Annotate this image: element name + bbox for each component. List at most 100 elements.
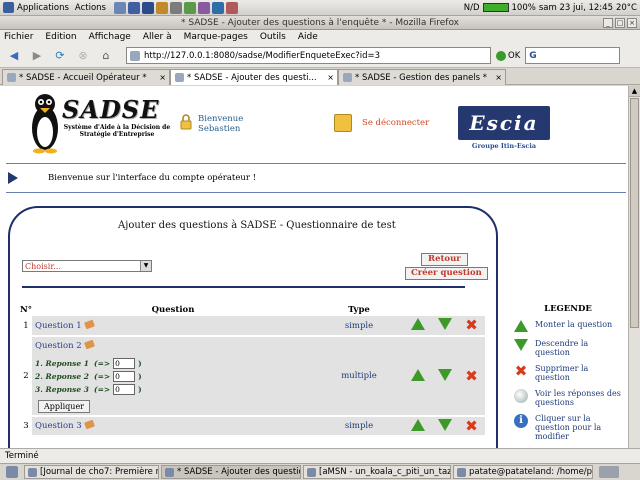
search-engine-icon: G	[529, 50, 537, 61]
scroll-thumb[interactable]	[630, 98, 639, 328]
battery-label: 100%	[511, 2, 536, 13]
info-icon: i	[514, 414, 528, 428]
window-title: * SADSE - Ajouter des questions à l'enqu…	[180, 18, 460, 28]
response-target-input[interactable]: 0	[113, 384, 136, 395]
response-row: 3. Reponse 3 (=> 0 )	[35, 384, 142, 395]
applications-menu[interactable]: Applications	[17, 3, 69, 13]
network-launcher-icon[interactable]	[211, 1, 224, 14]
browser-launcher-icon[interactable]	[127, 1, 140, 14]
tab-strip: * SADSE - Accueil Opérateur * × * SADSE …	[0, 68, 640, 85]
retour-button[interactable]: Retour	[421, 253, 468, 266]
view-responses-icon[interactable]	[83, 319, 95, 329]
delete-icon[interactable]: ✖	[465, 418, 478, 433]
menu-outils[interactable]: Outils	[260, 32, 286, 42]
tab-favicon-icon	[7, 73, 16, 82]
menu-aller[interactable]: Aller à	[143, 32, 172, 42]
delete-icon[interactable]: ✖	[465, 318, 478, 333]
weather[interactable]: 20°C	[616, 3, 637, 13]
create-question-button[interactable]: Créer question	[405, 267, 488, 280]
intro-text: Bienvenue sur l'interface du compte opér…	[48, 173, 257, 183]
search-input[interactable]: G	[525, 47, 621, 64]
go-button[interactable]: OK	[496, 50, 520, 61]
response-target-input[interactable]: 0	[113, 371, 136, 382]
view-responses-icon[interactable]	[83, 419, 95, 430]
task-firefox[interactable]: * SADSE - Ajouter des question	[161, 465, 301, 479]
tab-ajouter-questions[interactable]: * SADSE - Ajouter des questi... ×	[170, 69, 338, 85]
table-row: 1 Question 1 simple ✖	[20, 316, 485, 337]
legend-item: Monter la question	[512, 320, 624, 332]
question-link[interactable]: Question 2	[35, 341, 82, 351]
panel-divider	[22, 286, 465, 288]
media-launcher-icon[interactable]	[197, 1, 210, 14]
table-row: 3 Question 3 simple ✖	[20, 416, 485, 437]
page-favicon-icon	[130, 50, 140, 61]
terminal-launcher-icon[interactable]	[113, 1, 126, 14]
menu-edition[interactable]: Edition	[45, 32, 76, 42]
arrow-down-icon[interactable]	[437, 418, 452, 431]
tab-accueil[interactable]: * SADSE - Accueil Opérateur * ×	[2, 69, 170, 85]
tab-favicon-icon	[175, 73, 184, 82]
triangle-bullet-icon	[8, 172, 18, 184]
mail-launcher-icon[interactable]	[155, 1, 168, 14]
actions-menu[interactable]: Actions	[75, 3, 106, 13]
task-terminal[interactable]: patate@patateland: /home/pat	[453, 465, 593, 479]
home-button[interactable]: ⌂	[97, 47, 115, 65]
minimize-button[interactable]: _	[603, 18, 613, 28]
close-window-button[interactable]: ×	[627, 18, 637, 28]
task-amsn[interactable]: [aMSN - un_koala_c_piti_un_taz	[303, 465, 451, 479]
maximize-button[interactable]: □	[615, 18, 625, 28]
show-desktop-icon[interactable]	[6, 466, 18, 478]
task-journal[interactable]: [Journal de cho7: Première rele	[24, 465, 159, 479]
scroll-up-icon[interactable]: ▲	[629, 86, 640, 97]
key-icon	[334, 114, 352, 132]
go-icon	[496, 50, 506, 61]
responses-list: 1. Reponse 1 (=> 0 ) 2. Reponse 2 (=> 0 …	[35, 357, 314, 396]
reload-button[interactable]: ⟳	[51, 47, 69, 65]
url-bar[interactable]: http://127.0.0.1:8080/sadse/ModifierEnqu…	[126, 47, 491, 64]
arrow-down-icon[interactable]	[437, 368, 452, 381]
forward-button[interactable]: ▶	[28, 47, 46, 65]
editor-launcher-icon[interactable]	[169, 1, 182, 14]
back-button[interactable]: ◀	[5, 47, 23, 65]
page-content: SADSE Système d'Aide à la Décision de St…	[0, 86, 628, 448]
legend-item: i Cliquer sur la question pour la modifi…	[512, 414, 624, 441]
clock[interactable]: sam 23 jui, 12:45	[539, 3, 613, 13]
close-tab-icon[interactable]: ×	[327, 73, 334, 82]
globe-launcher-icon[interactable]	[141, 1, 154, 14]
browser-menubar: Fichier Edition Affichage Aller à Marque…	[0, 30, 640, 44]
chat-launcher-icon[interactable]	[183, 1, 196, 14]
tab-gestion-panels[interactable]: * SADSE - Gestion des panels * ×	[338, 69, 506, 85]
escia-logo: Escia Groupe Itin-Escia	[458, 106, 550, 150]
stop-button[interactable]: ⊗	[74, 47, 92, 65]
welcome-user: Bienvenue Sebastien	[180, 114, 243, 134]
appliquer-button[interactable]: Appliquer	[38, 400, 90, 413]
close-tab-icon[interactable]: ×	[495, 73, 502, 82]
menu-affichage[interactable]: Affichage	[89, 32, 131, 42]
settings-launcher-icon[interactable]	[225, 1, 238, 14]
view-responses-icon[interactable]	[83, 339, 95, 350]
window-icon	[457, 467, 466, 477]
menu-marque-pages[interactable]: Marque-pages	[184, 32, 248, 42]
menu-aide[interactable]: Aide	[298, 32, 318, 42]
response-target-input[interactable]: 0	[113, 358, 136, 369]
arrow-down-icon[interactable]	[437, 318, 452, 330]
question-link[interactable]: Question 1	[35, 321, 82, 331]
close-tab-icon[interactable]: ×	[159, 73, 166, 82]
chevron-down-icon: ▼	[140, 261, 151, 271]
logout-link[interactable]: Se déconnecter	[334, 114, 429, 132]
tab-favicon-icon	[343, 73, 352, 82]
menu-fichier[interactable]: Fichier	[4, 32, 33, 42]
delete-icon[interactable]: ✖	[465, 368, 478, 383]
arrow-up-icon[interactable]	[410, 368, 425, 381]
page-scrollbar[interactable]: ▲	[628, 86, 640, 448]
question-select[interactable]: Choisir... ▼	[22, 260, 152, 272]
window-icon	[165, 467, 174, 477]
col-question: Question	[151, 305, 195, 315]
navigation-toolbar: ◀ ▶ ⟳ ⊗ ⌂ http://127.0.0.1:8080/sadse/Mo…	[0, 44, 640, 68]
question-link[interactable]: Question 3	[35, 421, 82, 431]
arrow-up-icon[interactable]	[410, 318, 425, 330]
window-icon	[28, 467, 37, 477]
arrow-up-icon[interactable]	[410, 418, 425, 431]
foot-icon[interactable]	[3, 2, 14, 13]
workspace-switcher[interactable]	[599, 466, 619, 478]
